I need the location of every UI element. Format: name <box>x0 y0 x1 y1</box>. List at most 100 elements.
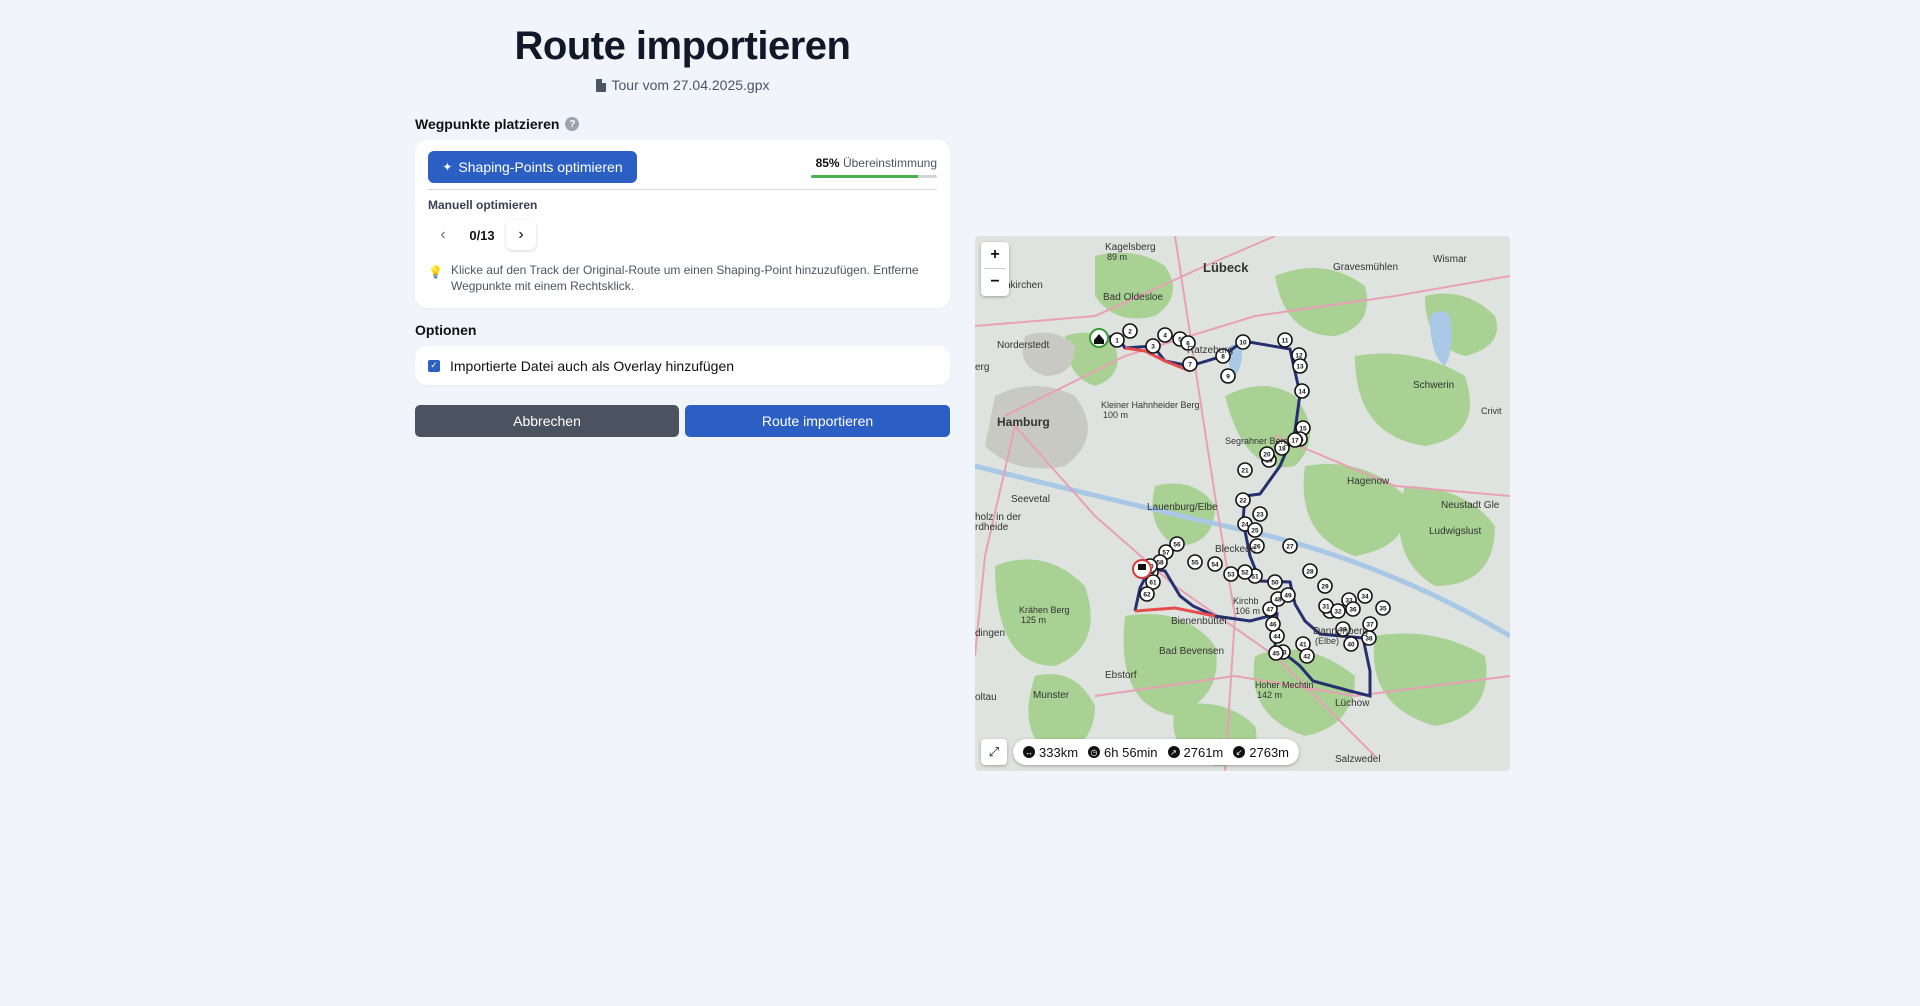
svg-text:49: 49 <box>1284 593 1292 600</box>
next-waypoint-button[interactable]: › <box>506 220 536 250</box>
optimize-shaping-points-button[interactable]: ✦ Shaping-Points optimieren <box>428 151 637 183</box>
home-icon[interactable] <box>1089 328 1109 348</box>
waypoint-marker[interactable]: 11 <box>1277 332 1293 348</box>
place-label: Neustadt Gle <box>1441 500 1500 511</box>
waypoint-marker[interactable]: 54 <box>1207 556 1223 572</box>
svg-text:44: 44 <box>1273 634 1281 641</box>
waypoint-marker[interactable]: 28 <box>1302 563 1318 579</box>
zoom-in-button[interactable]: + <box>981 242 1009 268</box>
place-label: Hamburg <box>997 415 1050 429</box>
svg-text:18: 18 <box>1278 446 1286 453</box>
waypoint-marker[interactable]: 23 <box>1252 506 1268 522</box>
cancel-button[interactable]: Abbrechen <box>415 405 679 437</box>
svg-text:34: 34 <box>1361 594 1369 601</box>
svg-text:4: 4 <box>1163 333 1167 340</box>
optimize-shaping-points-label: Shaping-Points optimieren <box>458 159 623 175</box>
waypoint-marker[interactable]: 22 <box>1235 492 1251 508</box>
place-label: Lübeck <box>1203 260 1249 275</box>
svg-text:21: 21 <box>1241 468 1249 475</box>
svg-text:32: 32 <box>1334 609 1342 616</box>
svg-text:51: 51 <box>1251 574 1259 581</box>
waypoint-marker[interactable]: 49 <box>1280 587 1296 603</box>
waypoint-marker[interactable]: 52 <box>1237 564 1253 580</box>
waypoint-marker[interactable]: 9 <box>1220 368 1236 384</box>
place-sublabel: 125 m <box>1021 615 1046 625</box>
previous-waypoint-button[interactable]: ‹ <box>428 220 458 250</box>
waypoint-marker[interactable]: 45 <box>1268 645 1284 661</box>
waypoint-marker[interactable]: 17 <box>1287 432 1303 448</box>
place-label: Krähen Berg <box>1019 605 1070 615</box>
waypoint-marker[interactable]: 20 <box>1259 446 1275 462</box>
waypoint-marker[interactable]: 25 <box>1247 522 1263 538</box>
waypoint-stepper: ‹ 0/13 › <box>428 220 536 250</box>
overlay-checkbox-label[interactable]: Importierte Datei auch als Overlay hinzu… <box>450 358 734 374</box>
fullscreen-icon: ⤢ <box>988 744 1000 759</box>
svg-text:25: 25 <box>1251 528 1259 535</box>
svg-text:47: 47 <box>1266 607 1274 614</box>
place-label: erg <box>975 362 989 373</box>
waypoint-marker[interactable]: 2 <box>1122 323 1138 339</box>
place-label: Bad Oldesloe <box>1103 292 1163 303</box>
place-label: Crivit <box>1481 406 1502 416</box>
place-label: Norderstedt <box>997 340 1049 351</box>
waypoint-marker[interactable]: 32 <box>1330 603 1346 619</box>
waypoint-marker[interactable]: 7 <box>1182 356 1198 372</box>
svg-text:9: 9 <box>1226 374 1230 381</box>
map-canvas[interactable]: 1234567891011121314151617181920212223242… <box>975 236 1510 771</box>
duration-value: 6h 56min <box>1104 744 1158 760</box>
waypoint-marker[interactable]: 62 <box>1139 586 1155 602</box>
place-sublabel: 100 m <box>1103 410 1128 420</box>
options-section-label: Optionen <box>415 322 476 338</box>
overlay-checkbox[interactable]: ✓ <box>428 359 440 372</box>
waypoint-marker[interactable]: 10 <box>1235 334 1251 350</box>
zoom-out-button[interactable]: − <box>981 269 1009 295</box>
waypoint-marker[interactable]: 55 <box>1187 554 1203 570</box>
route-map[interactable]: 1234567891011121314151617181920212223242… <box>975 236 1510 771</box>
place-label: rdheide <box>975 522 1009 533</box>
svg-text:35: 35 <box>1379 606 1387 613</box>
waypoint-marker[interactable]: 14 <box>1294 383 1310 399</box>
waypoint-marker[interactable]: 1 <box>1109 332 1125 348</box>
waypoint-marker[interactable]: 42 <box>1299 648 1315 664</box>
divider <box>428 189 937 190</box>
waypoint-marker[interactable]: 40 <box>1343 636 1359 652</box>
waypoint-marker[interactable]: 13 <box>1292 358 1308 374</box>
waypoint-marker[interactable]: 34 <box>1357 588 1373 604</box>
hint: 💡 Klicke auf den Track der Original-Rout… <box>428 262 938 294</box>
match-label: Übereinstimmung <box>842 156 937 170</box>
stepper-value: 0/13 <box>469 227 495 243</box>
page-title-wrap: Route importieren <box>415 20 950 72</box>
place-label: Lüchow <box>1335 698 1370 709</box>
match-progress-fill <box>811 175 919 178</box>
waypoint-marker[interactable]: 29 <box>1317 578 1333 594</box>
waypoint-marker[interactable]: 46 <box>1265 616 1281 632</box>
finish-flag-icon[interactable] <box>1132 559 1152 579</box>
waypoint-marker[interactable]: 53 <box>1223 566 1239 582</box>
place-label: Seevetal <box>1011 494 1050 505</box>
waypoints-card: ✦ Shaping-Points optimieren 85% Übereins… <box>415 140 950 308</box>
chevron-right-icon: › <box>518 226 524 243</box>
place-label: Ebstorf <box>1105 670 1137 681</box>
match-indicator: 85% Übereinstimmung <box>816 156 937 170</box>
waypoint-marker[interactable]: 36 <box>1345 601 1361 617</box>
waypoint-marker[interactable]: 50 <box>1267 574 1283 590</box>
svg-text:40: 40 <box>1347 642 1355 649</box>
svg-text:1: 1 <box>1115 338 1119 345</box>
waypoint-marker[interactable]: 4 <box>1157 327 1173 343</box>
svg-text:55: 55 <box>1191 560 1199 567</box>
place-label: oltau <box>975 692 997 703</box>
chevron-left-icon: ‹ <box>440 226 446 243</box>
duration-stat: ◷ 6h 56min <box>1088 744 1158 760</box>
waypoint-marker[interactable]: 3 <box>1145 338 1161 354</box>
waypoint-marker[interactable]: 21 <box>1237 462 1253 478</box>
distance-icon: ↔ <box>1023 746 1035 758</box>
waypoint-marker[interactable]: 35 <box>1375 600 1391 616</box>
help-icon[interactable]: ? <box>565 117 580 131</box>
fullscreen-button[interactable]: ⤢ <box>981 739 1007 765</box>
waypoint-marker[interactable]: 27 <box>1282 538 1298 554</box>
lightbulb-icon: 💡 <box>428 265 443 279</box>
import-route-button[interactable]: Route importieren <box>685 405 950 437</box>
zoom-controls: + − <box>981 242 1009 296</box>
place-label: Schwerin <box>1413 380 1454 391</box>
place-label: Bad Bevensen <box>1159 646 1224 657</box>
